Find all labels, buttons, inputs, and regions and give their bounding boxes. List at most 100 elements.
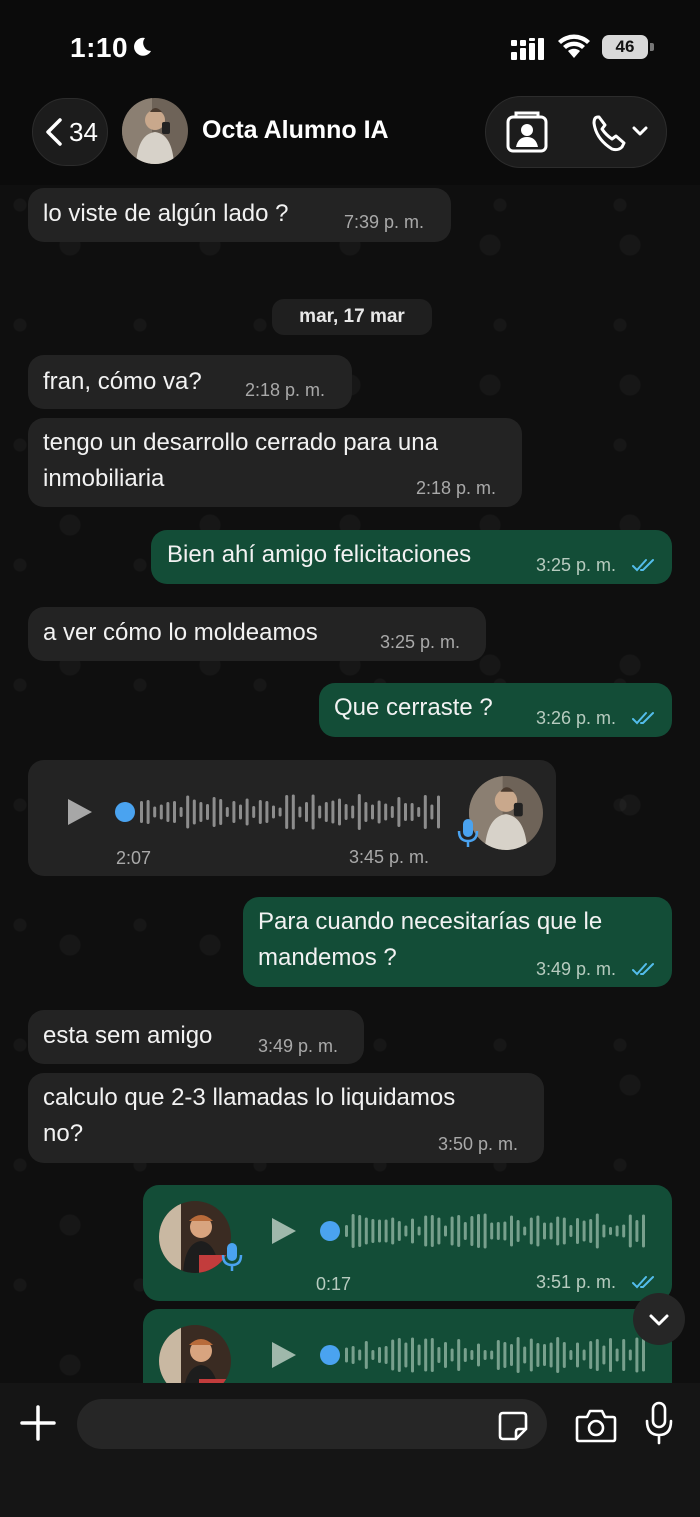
waveform-bar — [351, 805, 355, 819]
waveform-bar — [331, 800, 335, 824]
message-text: tengo un desarrollo cerrado para una inm… — [43, 429, 438, 492]
waveform-bar — [278, 807, 282, 817]
status-time: 1:10 — [70, 32, 129, 63]
outgoing-voice-message[interactable]: 0:17 3:51 p. m. — [143, 1185, 672, 1301]
waveform-bar — [377, 800, 381, 824]
waveform-bar — [444, 1342, 447, 1368]
waveform-bar — [510, 1344, 513, 1366]
waveform-bar — [212, 797, 216, 827]
waveform-bar — [457, 1215, 461, 1247]
mic-icon — [457, 819, 479, 847]
waveform-bar — [536, 1215, 540, 1247]
plus-icon[interactable] — [18, 1403, 58, 1443]
outgoing-message[interactable]: Bien ahí amigo felicitaciones 3:25 p. m. — [151, 530, 672, 584]
waveform-bar — [477, 1214, 480, 1248]
waveform-bar — [179, 807, 183, 817]
waveform-bar — [562, 1217, 566, 1245]
waveform-bar — [423, 795, 427, 829]
voice-waveform[interactable] — [319, 1335, 649, 1375]
waveform-bar — [496, 1340, 500, 1370]
waveform-bar — [463, 1222, 467, 1240]
voice-duration: 2:07 — [116, 848, 152, 868]
scroll-to-bottom-button[interactable] — [633, 1293, 685, 1345]
message-input[interactable] — [77, 1399, 547, 1449]
outgoing-message[interactable]: Que cerraste ? 3:26 p. m. — [319, 683, 672, 737]
waveform-bar — [510, 1215, 513, 1247]
waveform-bar — [430, 1338, 434, 1372]
waveform-bar — [437, 1217, 441, 1245]
waveform-bar — [615, 1225, 619, 1237]
message-time: 3:49 p. m. — [536, 959, 617, 979]
waveform-bar — [344, 804, 348, 820]
waveform-bar — [602, 1224, 606, 1238]
waveform-bar — [153, 806, 157, 818]
message-time: 2:18 p. m. — [416, 478, 497, 498]
outgoing-message[interactable]: Para cuando necesitarías que le mandemos… — [243, 897, 672, 987]
message-time: 3:50 p. m. — [438, 1134, 519, 1154]
chat-area[interactable]: lo viste de algún lado ? 7:39 p. m. mar,… — [0, 185, 700, 1383]
waveform-bar — [503, 1221, 507, 1241]
sender-avatar — [159, 1325, 231, 1383]
battery-level: 46 — [602, 35, 648, 59]
waveform-bar — [404, 803, 407, 821]
chevron-left-icon — [46, 118, 62, 146]
waveform-bar — [477, 1343, 480, 1367]
contact-card-icon[interactable] — [504, 109, 550, 155]
incoming-message[interactable]: lo viste de algún lado ? 7:39 p. m. — [28, 188, 451, 242]
message-time: 3:25 p. m. — [380, 632, 461, 652]
incoming-voice-message[interactable]: 2:07 3:45 p. m. — [28, 760, 556, 876]
moon-icon — [134, 37, 151, 56]
contact-name[interactable]: Octa Alumno IA — [202, 116, 389, 145]
waveform-bar — [516, 1337, 520, 1373]
waveform-bar — [622, 1224, 626, 1238]
incoming-message[interactable]: fran, cómo va? 2:18 p. m. — [28, 355, 352, 409]
waveform-bar — [258, 800, 262, 824]
waveform-bar — [642, 1214, 645, 1248]
sticker-icon[interactable] — [497, 1410, 529, 1442]
waveform-bar — [549, 1222, 553, 1240]
wifi-icon — [558, 34, 590, 58]
waveform-bar — [595, 1339, 599, 1371]
waveform-bar — [430, 1215, 434, 1247]
incoming-message[interactable]: a ver cómo lo moldeamos 3:25 p. m. — [28, 607, 486, 661]
waveform-bar — [391, 1217, 395, 1245]
waveform-bar — [576, 1218, 579, 1244]
contact-avatar[interactable] — [122, 98, 188, 164]
mic-icon[interactable] — [645, 1401, 673, 1445]
camera-icon[interactable] — [575, 1407, 617, 1443]
back-button[interactable]: 34 — [32, 98, 108, 166]
waveform-bar — [503, 1342, 507, 1368]
message-text: fran, cómo va? — [43, 368, 202, 395]
waveform-bar — [430, 804, 434, 820]
waveform-bar — [140, 801, 143, 823]
incoming-message[interactable]: esta sem amigo 3:49 p. m. — [28, 1010, 364, 1064]
outgoing-voice-message[interactable] — [143, 1309, 672, 1383]
waveform-bar — [324, 802, 328, 822]
read-ticks-icon — [632, 963, 654, 976]
play-icon[interactable] — [270, 1216, 298, 1246]
waveform-bar — [305, 802, 308, 822]
message-text: Que cerraste ? — [334, 694, 493, 721]
incoming-message[interactable]: calculo que 2-3 llamadas lo liquidamos n… — [28, 1073, 544, 1163]
waveform-bar — [411, 1218, 414, 1244]
waveform-bar — [311, 794, 315, 830]
waveform-bar — [529, 1217, 533, 1245]
waveform-bar — [364, 1217, 368, 1245]
waveform-bar — [351, 1214, 355, 1248]
play-icon[interactable] — [66, 797, 94, 827]
play-icon[interactable] — [270, 1340, 298, 1370]
waveform-bar — [496, 1222, 500, 1240]
message-composer — [0, 1383, 700, 1517]
voice-waveform[interactable] — [114, 792, 444, 832]
message-text: calculo que 2-3 llamadas lo liquidamos n… — [43, 1084, 456, 1147]
phone-icon[interactable] — [590, 111, 652, 153]
mic-icon — [221, 1243, 243, 1271]
message-time: 3:25 p. m. — [536, 555, 617, 575]
waveform-bar — [397, 797, 401, 827]
incoming-message[interactable]: tengo un desarrollo cerrado para una inm… — [28, 418, 522, 507]
waveform-bar — [490, 1350, 494, 1360]
waveform-bar — [609, 1338, 612, 1372]
voice-waveform[interactable] — [319, 1211, 649, 1251]
waveform-bar — [192, 799, 196, 825]
waveform-bar — [245, 798, 249, 826]
